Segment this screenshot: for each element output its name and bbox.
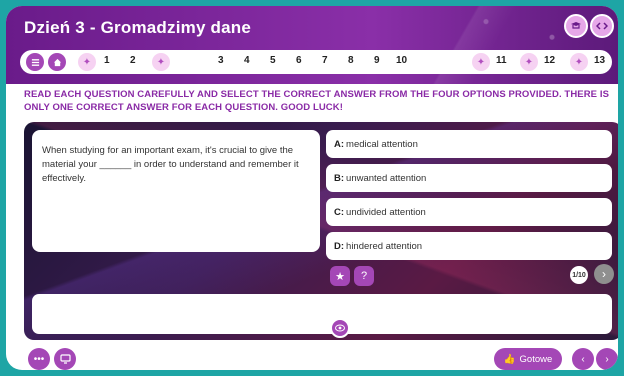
option-b[interactable]: B: unwanted attention	[326, 164, 612, 192]
option-label: hindered attention	[346, 240, 423, 252]
nav-item-13[interactable]: 13	[594, 55, 605, 66]
page-title: Dzień 3 - Gromadzimy dane	[24, 18, 251, 37]
nav-item-2[interactable]: 2	[130, 55, 136, 66]
code-icon[interactable]	[590, 14, 614, 38]
next-arrow-icon[interactable]: ›	[596, 348, 618, 370]
sparkle-badge-icon: ✦	[78, 53, 96, 71]
done-button[interactable]: 👍 Gotowe	[494, 348, 562, 370]
option-key: A:	[334, 138, 345, 150]
nav-item-8[interactable]: 8	[348, 55, 354, 66]
more-icon[interactable]: •••	[28, 348, 50, 370]
thumbs-up-icon: 👍	[503, 353, 516, 365]
chevron-right-icon[interactable]: ›	[594, 264, 614, 284]
sparkle-badge-icon: ✦	[570, 53, 588, 71]
option-label: undivided attention	[346, 206, 426, 218]
cap-icon[interactable]	[564, 14, 588, 38]
header: Dzień 3 - Gromadzimy dane ✦ 1 2 ✦ 3 4 5 …	[6, 6, 618, 84]
sparkle-badge-icon: ✦	[520, 53, 538, 71]
nav-item-12[interactable]: 12	[544, 55, 555, 66]
nav-item-3[interactable]: 3	[218, 55, 224, 66]
screen-icon[interactable]	[54, 348, 76, 370]
nav-item-1[interactable]: 1	[104, 55, 110, 66]
help-icon[interactable]: ?	[354, 266, 374, 286]
question-counter: 1/10	[570, 266, 588, 284]
prev-arrow-icon[interactable]: ‹	[572, 348, 594, 370]
nav-item-7[interactable]: 7	[322, 55, 328, 66]
option-label: unwanted attention	[346, 172, 427, 184]
option-d[interactable]: D: hindered attention	[326, 232, 612, 260]
app-frame: Dzień 3 - Gromadzimy dane ✦ 1 2 ✦ 3 4 5 …	[6, 6, 618, 370]
question-panel: When studying for an important exam, it'…	[24, 122, 618, 340]
star-icon[interactable]: ★	[330, 266, 350, 286]
option-c[interactable]: C: undivided attention	[326, 198, 612, 226]
answer-area[interactable]	[32, 294, 612, 334]
nav-item-4[interactable]: 4	[244, 55, 250, 66]
option-a[interactable]: A: medical attention	[326, 130, 612, 158]
option-key: B:	[334, 172, 345, 184]
home-icon[interactable]	[48, 53, 66, 71]
question-nav: ✦ 1 2 ✦ 3 4 5 6 7 8 9 10 ✦ 11 ✦ 12 ✦ 13	[20, 50, 612, 74]
nav-item-6[interactable]: 6	[296, 55, 302, 66]
instruction-text: READ EACH QUESTION CAREFULLY AND SELECT …	[24, 89, 610, 113]
option-key: D:	[334, 240, 345, 252]
nav-item-5[interactable]: 5	[270, 55, 276, 66]
option-label: medical attention	[346, 138, 418, 150]
done-label: Gotowe	[519, 353, 553, 365]
question-box: When studying for an important exam, it'…	[32, 130, 320, 252]
menu-icon[interactable]	[26, 53, 44, 71]
nav-item-11[interactable]: 11	[496, 55, 507, 66]
nav-item-10[interactable]: 10	[396, 55, 407, 66]
sparkle-badge-icon: ✦	[472, 53, 490, 71]
eye-icon[interactable]	[330, 318, 350, 338]
sparkle-badge-icon: ✦	[152, 53, 170, 71]
nav-item-9[interactable]: 9	[374, 55, 380, 66]
option-key: C:	[334, 206, 345, 218]
question-text: When studying for an important exam, it'…	[42, 145, 299, 184]
